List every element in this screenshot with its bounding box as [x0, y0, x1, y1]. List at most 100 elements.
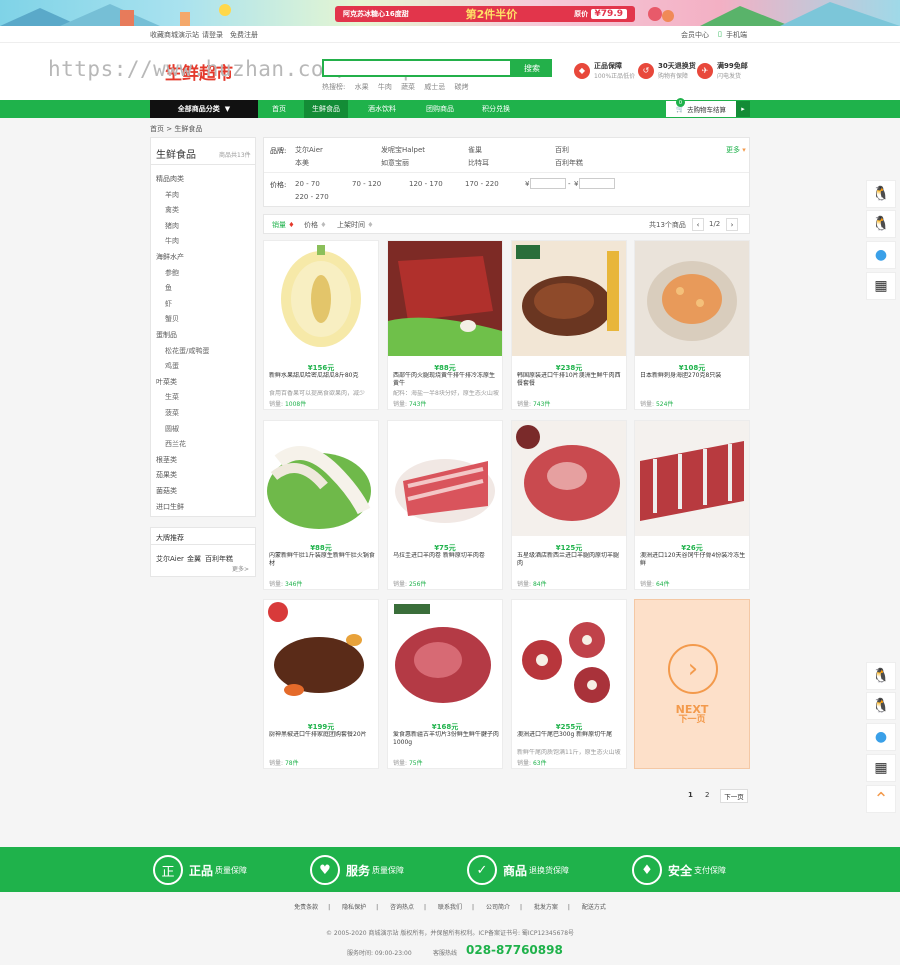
product-image[interactable] — [264, 600, 378, 715]
sidebar-item[interactable]: 松花蛋/咸鸭蛋 — [165, 346, 209, 356]
brand-more-link[interactable]: 更多> — [232, 564, 249, 573]
product-image[interactable] — [635, 241, 749, 356]
search-input[interactable] — [322, 59, 512, 77]
sidebar-item[interactable]: 海鲜水产 — [156, 252, 184, 262]
sidebar-item[interactable]: 菌菇类 — [156, 486, 177, 496]
brand-filter-option[interactable]: 百利年糕 — [555, 158, 583, 168]
nav-item-groupbuy[interactable]: 团购商品 — [418, 100, 462, 118]
brand-filter-option[interactable]: 百利 — [555, 145, 569, 155]
brand-link[interactable]: 百利年糕 — [205, 554, 233, 564]
product-image[interactable] — [264, 241, 378, 356]
sort-by-price[interactable]: 价格 ♦ — [304, 220, 327, 230]
product-card[interactable]: ¥168元 爱食惠新疆古羊切片3份鲜生鲜牛腱子肉1000g 销量: 75件 — [387, 599, 503, 769]
sidebar-item[interactable]: 蛋制品 — [156, 330, 177, 340]
qr-code-icon[interactable]: ▦ — [866, 272, 896, 300]
chat-icon[interactable]: ● — [866, 723, 896, 751]
product-card[interactable]: ¥125元 五星级酒店新西兰进口羊腿肉原切羊腿肉 销量: 84件 — [511, 420, 627, 590]
register-link[interactable]: 免费注册 — [230, 30, 258, 40]
brand-filter-option[interactable]: 比特耳 — [468, 158, 489, 168]
sidebar-item[interactable]: 进口生鲜 — [156, 502, 184, 512]
sort-by-date[interactable]: 上架时间 ♦ — [337, 220, 374, 230]
member-center-link[interactable]: 会员中心 — [681, 30, 709, 40]
product-name[interactable]: 新鲜水果甜瓜哈密瓜甜瓜8斤80克 — [269, 372, 375, 388]
price-range-option[interactable]: 20 - 70 — [295, 180, 320, 188]
product-card[interactable]: ¥156元 新鲜水果甜瓜哈密瓜甜瓜8斤80克 食用百香果可以提高食欲果肉，减少 销量:… — [263, 240, 379, 410]
price-range-option[interactable]: 70 - 120 — [352, 180, 381, 188]
product-card[interactable]: ¥88元 西部牛肉火腿现烧黄牛排牛排冷冻原生黄牛 配料：海盐一半8块分好，原生态火山… — [387, 240, 503, 410]
sidebar-item[interactable]: 圆椒 — [165, 424, 179, 434]
price-min-input[interactable] — [530, 178, 566, 189]
nav-item-points[interactable]: 积分兑换 — [474, 100, 518, 118]
brand-filter-option[interactable]: 发呢宝Halpet — [381, 145, 425, 155]
favorite-link[interactable]: 收藏商城演示站 — [150, 30, 199, 40]
product-image[interactable] — [388, 241, 502, 356]
product-card[interactable]: ¥199元 厨神黑椒进口牛排家庭团购套餐20片 销量: 78件 — [263, 599, 379, 769]
chevron-right-icon[interactable]: ▸ — [736, 101, 750, 117]
sidebar-item[interactable]: 禽类 — [165, 205, 179, 215]
price-range-option[interactable]: 220 - 270 — [295, 193, 329, 201]
product-image[interactable] — [388, 421, 502, 536]
product-card[interactable]: ¥88元 内蒙新鲜牛肚1斤装原生新鲜牛肚火锅食材 销量: 346件 — [263, 420, 379, 590]
footer-link[interactable]: 公司简介 — [486, 904, 510, 911]
brand-filter-option[interactable]: 如意宝丽 — [381, 158, 409, 168]
brand-filter-option[interactable]: 艾尔Aier — [295, 145, 323, 155]
brand-filter-option[interactable]: 本美 — [295, 158, 309, 168]
nav-item-drinks[interactable]: 酒水饮料 — [360, 100, 404, 118]
chat-icon[interactable]: ● — [866, 241, 896, 269]
product-name[interactable]: 韩国原装进口牛排10片澳洲生鲜牛肉西餐套餐 — [517, 372, 623, 388]
price-range-option[interactable]: 120 - 170 — [409, 180, 443, 188]
product-name[interactable]: 澳洲进口120天谷饲牛仔骨4份装冷冻生鲜 — [640, 552, 746, 568]
login-link[interactable]: 请登录 — [202, 30, 223, 40]
qr-code-icon[interactable]: ▦ — [866, 754, 896, 782]
product-card[interactable]: ¥255元 澳洲进口牛尾巴300g 新鲜原切牛尾 新鲜牛尾肉质饱满11斤，原生态火山… — [511, 599, 627, 769]
sidebar-item[interactable]: 生菜 — [165, 392, 179, 402]
top-promo-banner[interactable]: 阿克苏冰糖心16度甜 第2件半价 原价 ¥79.9 — [0, 0, 900, 26]
breadcrumb[interactable]: 首页 > 生鲜食品 — [150, 124, 202, 134]
footer-link[interactable]: 隐私保护 — [342, 904, 366, 911]
sidebar-item[interactable]: 鸡蛋 — [165, 361, 179, 371]
hot-search-item[interactable]: 威士忌 — [424, 83, 445, 91]
back-to-top-icon[interactable]: ⌃ — [866, 785, 896, 813]
product-card[interactable]: ¥108元 日本新鲜刺身海胆270克8只装 销量: 524件 — [634, 240, 750, 410]
nav-item-fresh[interactable]: 生鲜食品 — [304, 100, 348, 118]
product-card[interactable]: ¥238元 韩国原装进口牛排10片澳洲生鲜牛肉西餐套餐 销量: 743件 — [511, 240, 627, 410]
hot-search-item[interactable]: 水果 — [355, 83, 369, 91]
banner-promo-strip[interactable]: 阿克苏冰糖心16度甜 第2件半价 原价 ¥79.9 — [335, 6, 635, 22]
footer-link[interactable]: 免责条款 — [294, 904, 318, 911]
sidebar-item[interactable]: 菠菜 — [165, 408, 179, 418]
product-name[interactable]: 乌拉圭进口羊肉卷 新鲜原切羊肉卷 — [393, 552, 499, 568]
qq-icon[interactable]: 🐧 — [866, 180, 896, 208]
sidebar-item[interactable]: 鱼 — [165, 283, 172, 293]
hot-search-item[interactable]: 蔬菜 — [401, 83, 415, 91]
footer-link[interactable]: 联系我们 — [438, 904, 462, 911]
brand-link[interactable]: 金翼 — [187, 554, 201, 564]
product-image[interactable] — [512, 600, 626, 715]
mobile-link[interactable]: 手机端 — [726, 30, 747, 40]
brand-more-toggle[interactable]: 更多 ▾ — [726, 145, 746, 155]
footer-link[interactable]: 批发方案 — [534, 904, 558, 911]
price-range-option[interactable]: 170 - 220 — [465, 180, 499, 188]
hot-search-item[interactable]: 碳烤 — [455, 83, 469, 91]
sort-by-sales[interactable]: 销量 ♦ — [272, 220, 295, 230]
sidebar-item[interactable]: 蟹贝 — [165, 314, 179, 324]
footer-link[interactable]: 咨询热点 — [390, 904, 414, 911]
price-max-input[interactable] — [579, 178, 615, 189]
product-card[interactable]: ¥75元 乌拉圭进口羊肉卷 新鲜原切羊肉卷 销量: 256件 — [387, 420, 503, 590]
qq-icon[interactable]: 🐧 — [866, 662, 896, 690]
product-name[interactable]: 澳洲进口牛尾巴300g 新鲜原切牛尾 — [517, 731, 623, 747]
next-page-card[interactable]: › NEXT 下一页 — [634, 599, 750, 769]
prev-page-button[interactable]: ‹ — [692, 218, 704, 231]
sidebar-item[interactable]: 牛肉 — [165, 236, 179, 246]
sidebar-item[interactable]: 猪肉 — [165, 221, 179, 231]
nav-item-home[interactable]: 首页 — [264, 100, 294, 118]
sidebar-item[interactable]: 参鲍 — [165, 268, 179, 278]
brand-filter-option[interactable]: 雀巢 — [468, 145, 482, 155]
sidebar-item[interactable]: 羊肉 — [165, 190, 179, 200]
qq-icon[interactable]: 🐧 — [866, 210, 896, 238]
product-image[interactable] — [512, 241, 626, 356]
search-button[interactable]: 搜索 — [512, 59, 552, 77]
product-card[interactable]: ¥26元 澳洲进口120天谷饲牛仔骨4份装冷冻生鲜 销量: 64件 — [634, 420, 750, 590]
product-image[interactable] — [388, 600, 502, 715]
page-2-link[interactable]: 2 — [705, 791, 709, 799]
sidebar-item[interactable]: 虾 — [165, 299, 172, 309]
